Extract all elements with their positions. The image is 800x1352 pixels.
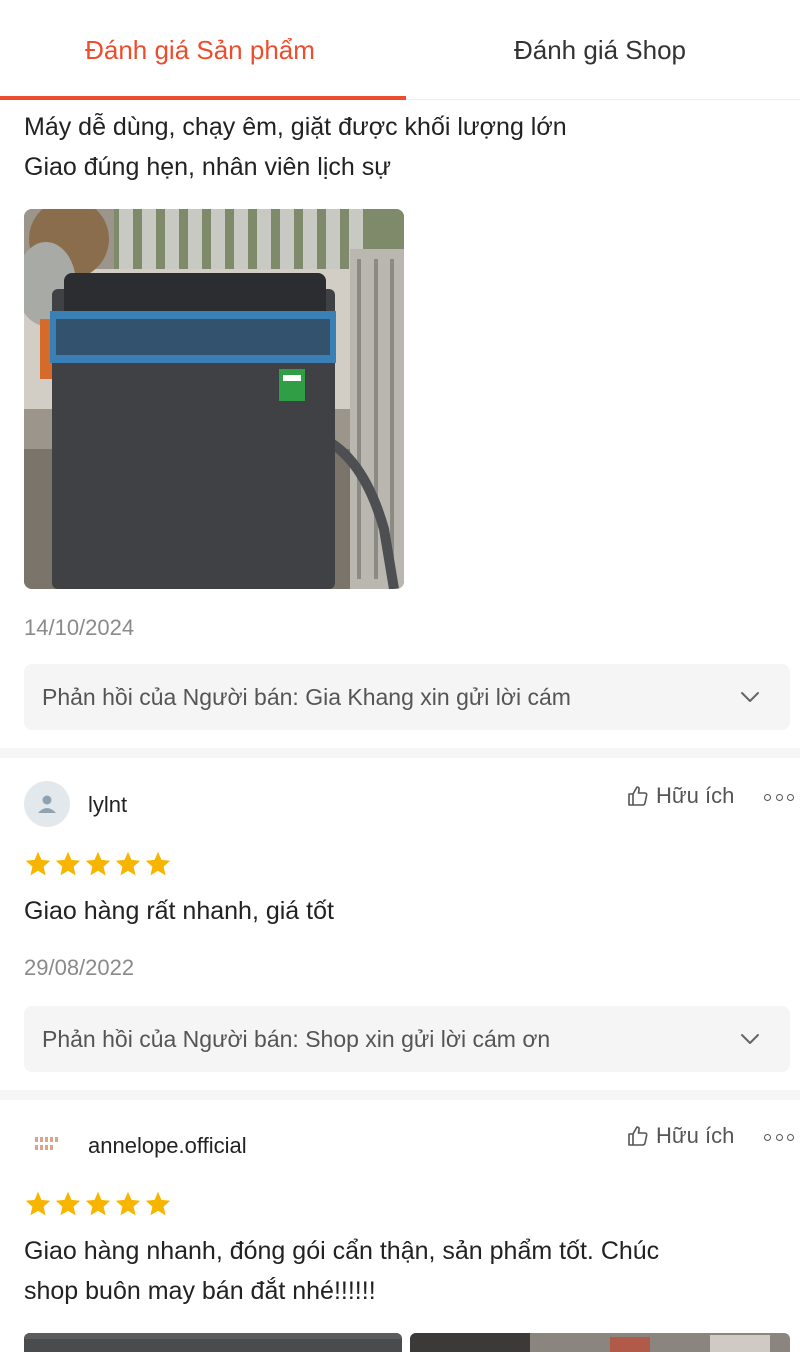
helpful-label: Hữu ích bbox=[656, 1123, 735, 1148]
tab-product-reviews[interactable]: Đánh giá Sản phẩm bbox=[0, 0, 400, 100]
seller-reply[interactable]: Phản hồi của Người bán: Shop xin gửi lời… bbox=[24, 1006, 790, 1072]
review-comment-line: Máy dễ dùng, chạy êm, giặt được khối lượ… bbox=[24, 113, 567, 141]
chevron-down-icon bbox=[741, 1034, 759, 1044]
review-photo-thumbnail[interactable] bbox=[24, 1333, 402, 1352]
star-icon bbox=[115, 851, 141, 876]
star-icon bbox=[25, 851, 51, 876]
seller-reply-text: Phản hồi của Người bán: Gia Khang xin gử… bbox=[42, 683, 571, 710]
review-date: 29/08/2022 bbox=[24, 955, 135, 980]
star-icon bbox=[115, 1191, 141, 1216]
washing-machine-photo bbox=[24, 209, 404, 589]
avatar[interactable] bbox=[24, 1121, 70, 1167]
helpful-label: Hữu ích bbox=[656, 783, 735, 808]
reviewer-name[interactable]: lylnt bbox=[88, 792, 127, 818]
review-tabs: Đánh giá Sản phẩm Đánh giá Shop bbox=[0, 0, 800, 100]
review-divider bbox=[0, 1090, 800, 1100]
review-comment-line: Giao đúng hẹn, nhân viên lịch sự bbox=[24, 153, 391, 181]
review-photo-image bbox=[24, 1333, 402, 1352]
helpful-button[interactable]: Hữu ích bbox=[626, 781, 734, 811]
star-icon bbox=[55, 851, 81, 876]
more-options-icon[interactable] bbox=[764, 787, 794, 807]
avatar[interactable] bbox=[24, 781, 70, 827]
review-comment-line: Giao hàng rất nhanh, giá tốt bbox=[24, 897, 334, 925]
thumbs-up-icon bbox=[628, 1126, 648, 1146]
star-icon bbox=[85, 1191, 111, 1216]
active-tab-indicator bbox=[0, 96, 406, 100]
seller-reply[interactable]: Phản hồi của Người bán: Gia Khang xin gử… bbox=[24, 664, 790, 730]
review-photo-thumbnail[interactable] bbox=[410, 1333, 790, 1352]
review-date: 14/10/2024 bbox=[24, 615, 135, 640]
reviewer-name[interactable]: annelope.official bbox=[88, 1133, 247, 1159]
star-icon bbox=[25, 1191, 51, 1216]
star-icon bbox=[145, 1191, 171, 1216]
star-icon bbox=[85, 851, 111, 876]
review-comment-line: Giao hàng nhanh, đóng gói cẩn thận, sản … bbox=[24, 1237, 660, 1265]
star-rating bbox=[24, 1190, 174, 1218]
review-photo-image bbox=[410, 1333, 790, 1352]
user-icon bbox=[38, 795, 56, 813]
star-icon bbox=[55, 1191, 81, 1216]
star-rating bbox=[24, 850, 174, 878]
shop-logo-icon bbox=[35, 1137, 58, 1150]
chevron-down-icon bbox=[741, 692, 759, 702]
review-comment-line: shop buôn may bán đắt nhé!!!!!! bbox=[24, 1277, 376, 1305]
review-divider bbox=[0, 748, 800, 758]
more-options-icon[interactable] bbox=[764, 1127, 794, 1147]
review-photo[interactable] bbox=[24, 209, 404, 589]
seller-reply-text: Phản hồi của Người bán: Shop xin gửi lời… bbox=[42, 1025, 551, 1052]
star-icon bbox=[145, 851, 171, 876]
helpful-button[interactable]: Hữu ích bbox=[626, 1121, 734, 1151]
tab-shop-reviews[interactable]: Đánh giá Shop bbox=[400, 0, 800, 100]
thumbs-up-icon bbox=[628, 786, 648, 806]
